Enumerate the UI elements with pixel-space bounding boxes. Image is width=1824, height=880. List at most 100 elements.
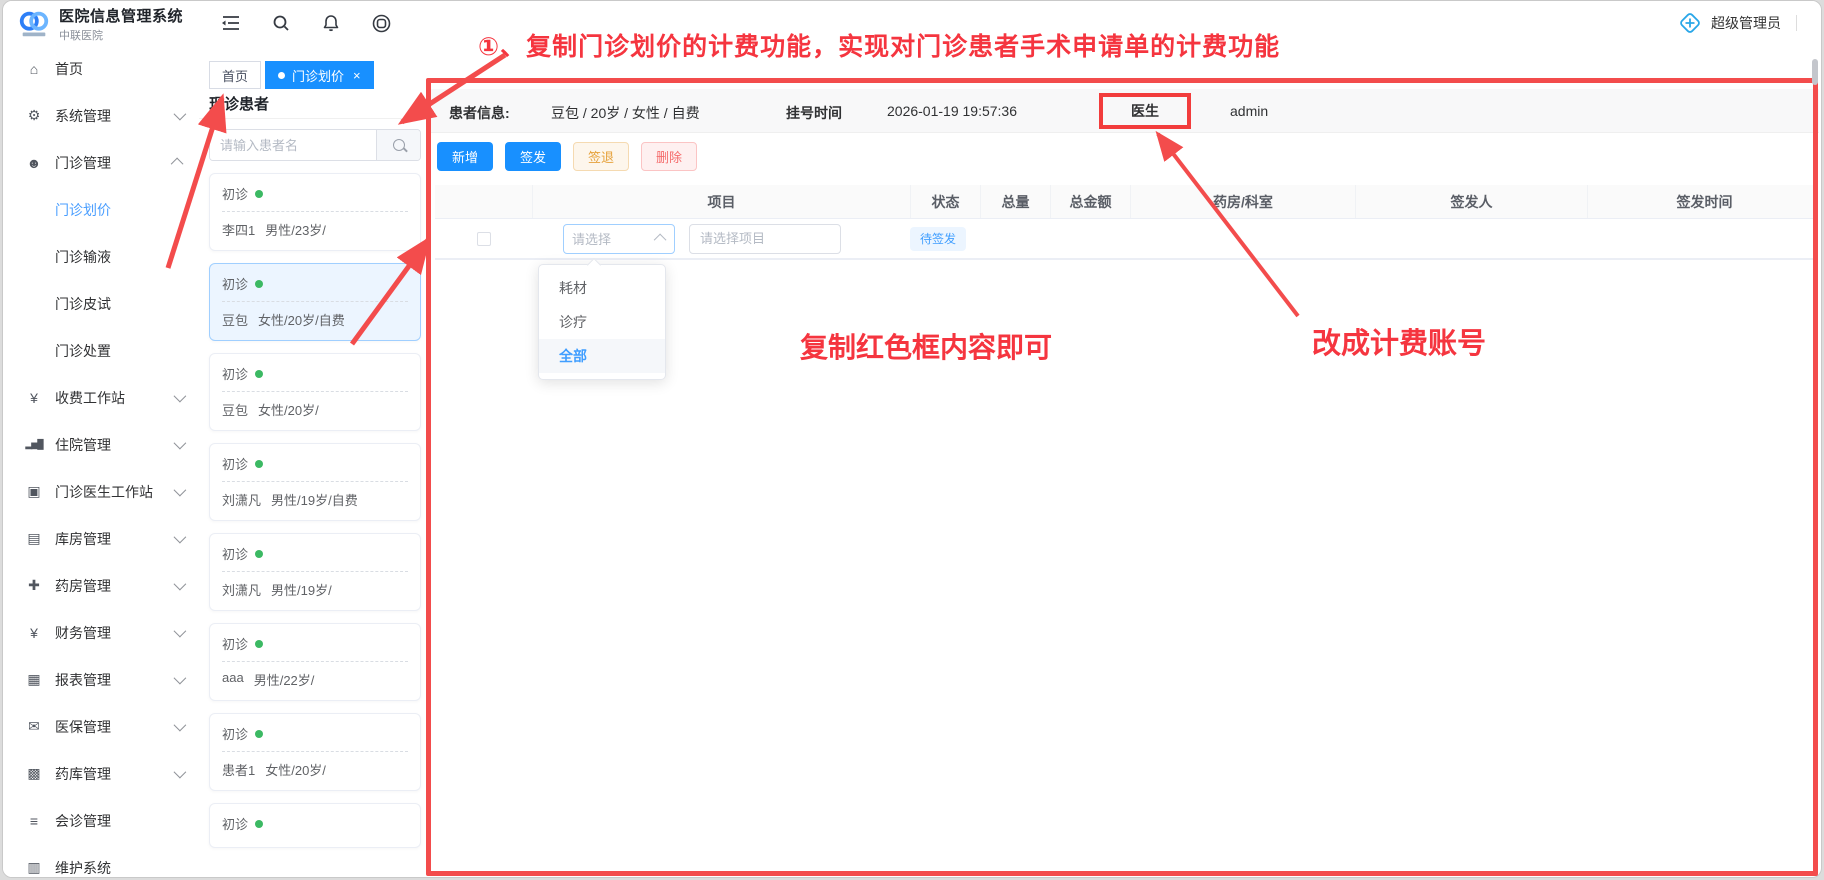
issue-button[interactable]: 签发 — [505, 142, 561, 171]
doctor-label: 医生 — [1131, 101, 1159, 121]
collapse-sidebar-icon[interactable] — [221, 13, 241, 33]
app-window: 医院信息管理系统 中联医院 超级管理员 — [2, 0, 1822, 878]
sidebar-menu: ⌂ 首页 ⚙ 系统管理 ☻ 门诊管理 门诊划价 门诊输液 门诊皮试 门诊处置 ¥… — [3, 45, 199, 877]
sidebar-item-drug-store-mgmt[interactable]: ▩ 药库管理 — [3, 750, 199, 797]
sidebar-item-outpatient-mgmt[interactable]: ☻ 门诊管理 — [3, 139, 199, 186]
item-type-dropdown: 耗材 诊疗 全部 — [538, 264, 666, 380]
patient-card[interactable]: 初诊 李四1男性/23岁/ — [209, 173, 421, 251]
hospital-logo-icon — [17, 7, 51, 41]
patient-card[interactable]: 初诊 刘潇凡男性/19岁/ — [209, 533, 421, 611]
patient-list-panel: 现诊患者 初诊 李四1男性/23岁/ 初诊 豆包女性/20岁/自费 初诊 豆包女… — [199, 89, 431, 875]
close-tab-icon[interactable]: × — [353, 69, 361, 82]
table-row: 请选择 待签发 — [435, 219, 1813, 259]
scrollbar-thumb[interactable] — [1812, 59, 1818, 85]
active-dot-icon — [278, 72, 285, 79]
doctor-label-redbox: 医生 — [1099, 93, 1191, 129]
sidebar-item-doctor-workstation[interactable]: ▣ 门诊医生工作站 — [3, 468, 199, 515]
sidebar-item-warehouse-mgmt[interactable]: ▤ 库房管理 — [3, 515, 199, 562]
dropdown-option-treatment[interactable]: 诊疗 — [539, 305, 665, 339]
chevron-down-icon — [174, 390, 187, 403]
spreadsheet-icon: ▦ — [25, 671, 43, 688]
patient-card[interactable]: 初诊 患者1女性/20岁/ — [209, 713, 421, 791]
register-time-label: 挂号时间 — [786, 103, 842, 123]
user-menu[interactable]: 超级管理员 — [1678, 1, 1797, 45]
patient-search-input[interactable] — [210, 130, 376, 160]
col-item: 项目 — [533, 185, 911, 218]
status-dot-icon — [255, 640, 263, 648]
add-button[interactable]: 新增 — [437, 142, 493, 171]
tab-outpatient-pricing[interactable]: 门诊划价 × — [265, 61, 374, 89]
chevron-down-icon — [174, 437, 187, 450]
delete-button[interactable]: 删除 — [641, 142, 697, 171]
search-icon[interactable] — [271, 13, 291, 33]
chevron-up-icon — [654, 234, 667, 247]
notification-bell-icon[interactable] — [321, 13, 341, 33]
divider — [1796, 15, 1797, 31]
sidebar-item-home[interactable]: ⌂ 首页 — [3, 45, 199, 92]
sidebar-item-insurance-mgmt[interactable]: ✉ 医保管理 — [3, 703, 199, 750]
tab-bar: 首页 门诊划价 × — [199, 45, 1821, 89]
top-header: 医院信息管理系统 中联医院 超级管理员 — [3, 1, 1821, 45]
chevron-down-icon — [174, 578, 187, 591]
col-pharmacy-dept: 药房/科室 — [1131, 185, 1356, 218]
item-search-input[interactable] — [689, 224, 841, 254]
col-quantity: 总量 — [981, 185, 1051, 218]
patient-card[interactable]: 初诊 — [209, 803, 421, 848]
patient-info-label: 患者信息: — [449, 103, 510, 123]
search-icon — [393, 139, 405, 151]
dropdown-option-consumables[interactable]: 耗材 — [539, 271, 665, 305]
col-status: 状态 — [911, 185, 981, 218]
col-issuer: 签发人 — [1356, 185, 1588, 218]
sidebar-item-report-mgmt[interactable]: ▦ 报表管理 — [3, 656, 199, 703]
patient-card[interactable]: 初诊 aaa男性/22岁/ — [209, 623, 421, 701]
sidebar-item-finance-mgmt[interactable]: ¥ 财务管理 — [3, 609, 199, 656]
chevron-down-icon — [174, 484, 187, 497]
tab-home[interactable]: 首页 — [209, 61, 261, 89]
table-header: 项目 状态 总量 总金额 药房/科室 签发人 签发时间 — [435, 185, 1813, 219]
sidebar-item-consultation-mgmt[interactable]: ≡ 会诊管理 — [3, 797, 199, 844]
sidebar-item-outpatient-pricing[interactable]: 门诊划价 — [3, 186, 199, 233]
brand: 医院信息管理系统 中联医院 — [17, 5, 183, 43]
patient-search — [209, 129, 421, 161]
sidebar-item-outpatient-skin-test[interactable]: 门诊皮试 — [3, 280, 199, 327]
doctor-value: admin — [1230, 103, 1268, 119]
sidebar-item-system-mgmt[interactable]: ⚙ 系统管理 — [3, 92, 199, 139]
patient-card[interactable]: 初诊 刘潇凡男性/19岁/自费 — [209, 443, 421, 521]
patient-card-selected[interactable]: 初诊 豆包女性/20岁/自费 — [209, 263, 421, 341]
billing-table: 项目 状态 总量 总金额 药房/科室 签发人 签发时间 请选择 待签发 — [435, 185, 1813, 260]
app-title: 医院信息管理系统 — [59, 5, 183, 26]
layout-settings-icon[interactable] — [371, 13, 391, 33]
sidebar-item-charging-workstation[interactable]: ¥ 收费工作站 — [3, 374, 199, 421]
item-type-select[interactable]: 请选择 — [563, 224, 675, 254]
chevron-down-icon — [174, 719, 187, 732]
status-dot-icon — [255, 820, 263, 828]
col-checkbox — [435, 185, 533, 218]
search-button[interactable] — [376, 130, 420, 160]
sidebar-item-outpatient-treatment[interactable]: 门诊处置 — [3, 327, 199, 374]
app-subtitle: 中联医院 — [59, 27, 183, 43]
patient-card[interactable]: 初诊 豆包女性/20岁/ — [209, 353, 421, 431]
dropdown-option-all[interactable]: 全部 — [539, 339, 665, 373]
cross-move-icon: ✚ — [25, 577, 43, 594]
gear-icon: ⚙ — [25, 107, 43, 124]
sidebar-item-inpatient-mgmt[interactable]: ▂▅█ 住院管理 — [3, 421, 199, 468]
chevron-down-icon — [174, 625, 187, 638]
chevron-down-icon — [174, 531, 187, 544]
toolbar: 新增 签发 签退 删除 — [437, 142, 697, 171]
dashboard-icon: ⌂ — [25, 61, 43, 77]
sidebar-item-pharmacy-mgmt[interactable]: ✚ 药房管理 — [3, 562, 199, 609]
status-dot-icon — [255, 190, 263, 198]
col-amount: 总金额 — [1051, 185, 1131, 218]
row-checkbox[interactable] — [477, 232, 491, 246]
bar-chart-icon: ▂▅█ — [25, 439, 43, 450]
sidebar-item-maintenance[interactable]: ▥ 维护系统 — [3, 844, 199, 877]
list-icon: ≡ — [25, 813, 43, 829]
system-icon: ▥ — [25, 859, 43, 876]
sidebar-item-outpatient-infusion[interactable]: 门诊输液 — [3, 233, 199, 280]
chevron-down-icon — [174, 108, 187, 121]
status-dot-icon — [255, 370, 263, 378]
main-content: 患者信息: 豆包 / 20岁 / 女性 / 自费 挂号时间 2026-01-19… — [431, 89, 1819, 875]
yen-icon: ¥ — [25, 390, 43, 406]
revoke-button[interactable]: 签退 — [573, 142, 629, 171]
person-icon: ☻ — [25, 155, 43, 171]
